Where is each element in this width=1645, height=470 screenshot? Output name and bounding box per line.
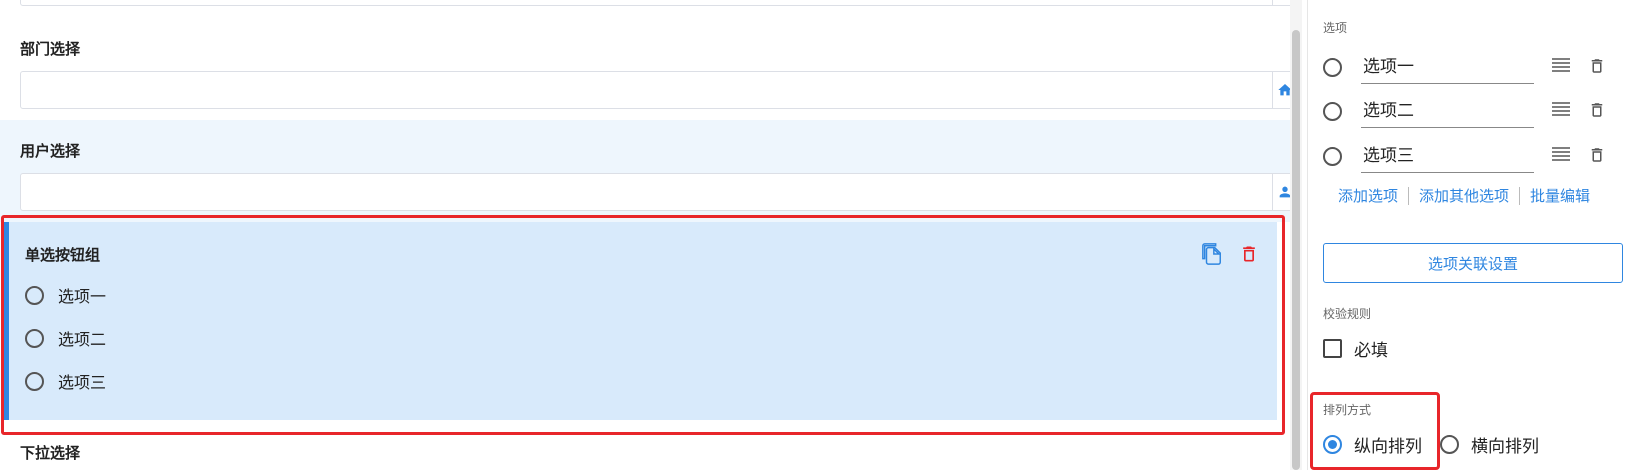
layout-horizontal-radio[interactable] (1440, 435, 1459, 454)
trash-icon[interactable] (1588, 56, 1606, 76)
option-default-radio[interactable] (1323, 147, 1342, 166)
radio-option[interactable]: 选项三 (25, 369, 106, 393)
properties-panel: 选项 选项一 选项二 选项三 添加选项 添加其他选项 批量编辑 选项关联设置 校… (1307, 0, 1645, 470)
required-checkbox[interactable] (1323, 339, 1342, 358)
layout-vertical-label: 纵向排列 (1354, 437, 1422, 457)
option-links: 添加选项 添加其他选项 批量编辑 (1338, 185, 1590, 206)
option-row (1323, 46, 1623, 90)
drag-handle-icon[interactable] (1551, 57, 1571, 73)
radio-group-field[interactable]: 单选按钮组 选项一 选项二 选项三 (4, 222, 1277, 420)
option-default-radio[interactable] (1323, 58, 1342, 77)
radio-option-label: 选项二 (58, 330, 107, 349)
add-other-option-link[interactable]: 添加其他选项 (1419, 185, 1509, 206)
field-actions (1201, 242, 1259, 266)
radio-option-label: 选项一 (58, 287, 107, 306)
user-select-label: 用户选择 (20, 142, 81, 160)
required-checkbox-row[interactable]: 必填 (1323, 336, 1388, 361)
radio-circle[interactable] (25, 371, 44, 391)
layout-vertical-option[interactable]: 纵向排列 (1323, 432, 1422, 457)
layout-horizontal-option[interactable]: 横向排列 (1440, 432, 1539, 457)
add-option-link[interactable]: 添加选项 (1338, 185, 1398, 206)
form-designer: 部门选择 用户选择 单选按钮组 选项一 选项二 选项三 下拉选择 选项 选项一 … (0, 0, 1645, 470)
layout-horizontal-label: 横向排列 (1471, 437, 1539, 457)
layout-vertical-radio[interactable] (1323, 435, 1342, 454)
radio-group-title: 单选按钮组 (25, 246, 101, 264)
trash-icon[interactable] (1588, 145, 1606, 165)
option-input[interactable] (1361, 46, 1534, 84)
canvas-scroll-thumb[interactable] (1292, 30, 1300, 470)
option-row (1323, 90, 1623, 134)
options-section-label: 选项 (1323, 21, 1348, 35)
option-input[interactable] (1361, 90, 1534, 128)
form-canvas: 部门选择 用户选择 单选按钮组 选项一 选项二 选项三 下拉选择 (0, 0, 1302, 470)
batch-edit-link[interactable]: 批量编辑 (1530, 185, 1590, 206)
drag-handle-icon[interactable] (1551, 101, 1571, 117)
user-select-field[interactable]: 用户选择 (0, 120, 1297, 222)
validation-section-label: 校验规则 (1323, 307, 1372, 321)
dropdown-select-label: 下拉选择 (20, 444, 81, 462)
drag-handle-icon[interactable] (1551, 146, 1571, 162)
dept-select-input[interactable] (20, 71, 1297, 109)
required-label: 必填 (1354, 341, 1388, 361)
radio-option[interactable]: 选项二 (25, 326, 106, 350)
radio-circle[interactable] (25, 285, 44, 305)
radio-option-label: 选项三 (58, 373, 107, 392)
copy-icon[interactable] (1201, 242, 1223, 266)
link-divider (1519, 186, 1521, 205)
radio-option[interactable]: 选项一 (25, 283, 106, 307)
option-linkage-button[interactable]: 选项关联设置 (1323, 243, 1623, 283)
option-input[interactable] (1361, 135, 1534, 173)
radio-circle[interactable] (25, 328, 44, 348)
option-row (1323, 135, 1623, 179)
dept-select-field[interactable]: 部门选择 (0, 0, 1297, 120)
layout-section-label: 排列方式 (1323, 403, 1372, 417)
option-default-radio[interactable] (1323, 102, 1342, 121)
layout-radio-group: 纵向排列 横向排列 (1323, 432, 1557, 457)
dept-select-label: 部门选择 (20, 40, 81, 58)
trash-icon[interactable] (1239, 242, 1259, 266)
link-divider (1408, 186, 1410, 205)
user-select-input[interactable] (20, 173, 1297, 211)
trash-icon[interactable] (1588, 100, 1606, 120)
